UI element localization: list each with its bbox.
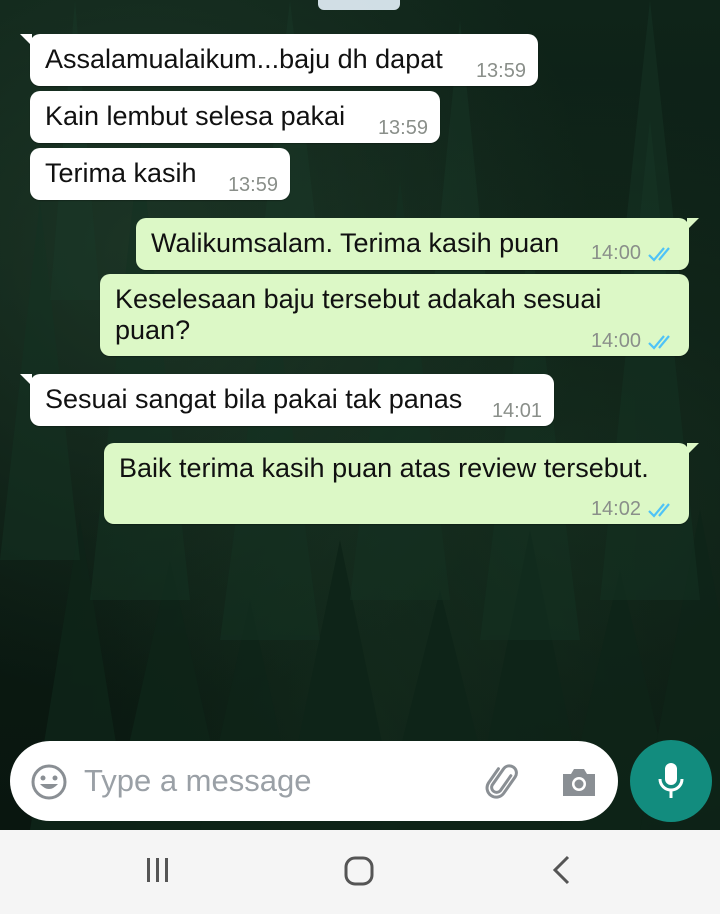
- message-text: Sesuai sangat bila pakai tak panas: [45, 384, 463, 414]
- message-text: Walikumsalam. Terima kasih puan: [151, 228, 560, 258]
- message-time: 13:59: [377, 117, 428, 139]
- message-meta: 14:01: [492, 396, 542, 427]
- mic-button[interactable]: [630, 740, 712, 822]
- message-time: 14:00: [590, 242, 641, 264]
- microphone-icon: [658, 763, 684, 798]
- back-icon[interactable]: [546, 852, 576, 888]
- message-meta: 13:59: [476, 56, 526, 87]
- message-meta: 13:59: [378, 113, 428, 144]
- bubble-tail: [20, 374, 32, 386]
- message-text: Kain lembut selesa pakai: [45, 101, 346, 131]
- message-bubble-incoming[interactable]: Terima kasih 13:59: [30, 148, 290, 200]
- emoji-icon[interactable]: [30, 763, 68, 801]
- paperclip-icon[interactable]: [484, 763, 524, 803]
- message-bubble-outgoing[interactable]: Baik terima kasih puan atas review terse…: [104, 443, 699, 525]
- message-time: 13:59: [475, 60, 526, 82]
- message-time: 13:59: [227, 174, 278, 196]
- message-composer[interactable]: Type a message: [10, 741, 618, 821]
- message-time: 14:01: [491, 400, 542, 422]
- message-meta: 13:59: [228, 170, 278, 201]
- message-bubble-incoming[interactable]: Kain lembut selesa pakai 13:59: [30, 91, 440, 143]
- date-chip: [318, 0, 400, 10]
- camera-icon[interactable]: [560, 765, 598, 799]
- bubble-tail: [687, 218, 699, 230]
- message-meta: 14:00: [591, 238, 677, 269]
- message-bubble-incoming[interactable]: Assalamualaikum...baju dh dapat 13:59: [20, 34, 538, 87]
- message-time: 14:02: [590, 498, 641, 520]
- message-time: 14:00: [590, 330, 641, 352]
- double-check-icon: [648, 246, 670, 262]
- message-text: Keselesaan baju tersebut adakah sesuai p…: [115, 284, 602, 345]
- message-text: Terima kasih: [45, 158, 197, 188]
- message-bubble-outgoing[interactable]: Walikumsalam. Terima kasih puan 14:00: [136, 218, 699, 270]
- double-check-icon: [648, 334, 670, 350]
- message-meta: 14:00: [591, 326, 677, 357]
- recents-icon[interactable]: [140, 852, 176, 888]
- message-text: Baik terima kasih puan atas review terse…: [119, 453, 649, 483]
- message-input[interactable]: Type a message: [84, 763, 311, 799]
- bubble-tail: [687, 443, 699, 455]
- message-bubble-incoming[interactable]: Sesuai sangat bila pakai tak panas 14:01: [20, 374, 554, 427]
- home-icon[interactable]: [340, 852, 378, 890]
- message-text: Assalamualaikum...baju dh dapat: [45, 44, 443, 74]
- bubble-tail: [20, 34, 32, 46]
- double-check-icon: [648, 502, 670, 518]
- message-meta: 14:02: [591, 494, 677, 525]
- message-bubble-outgoing[interactable]: Keselesaan baju tersebut adakah sesuai p…: [100, 274, 689, 356]
